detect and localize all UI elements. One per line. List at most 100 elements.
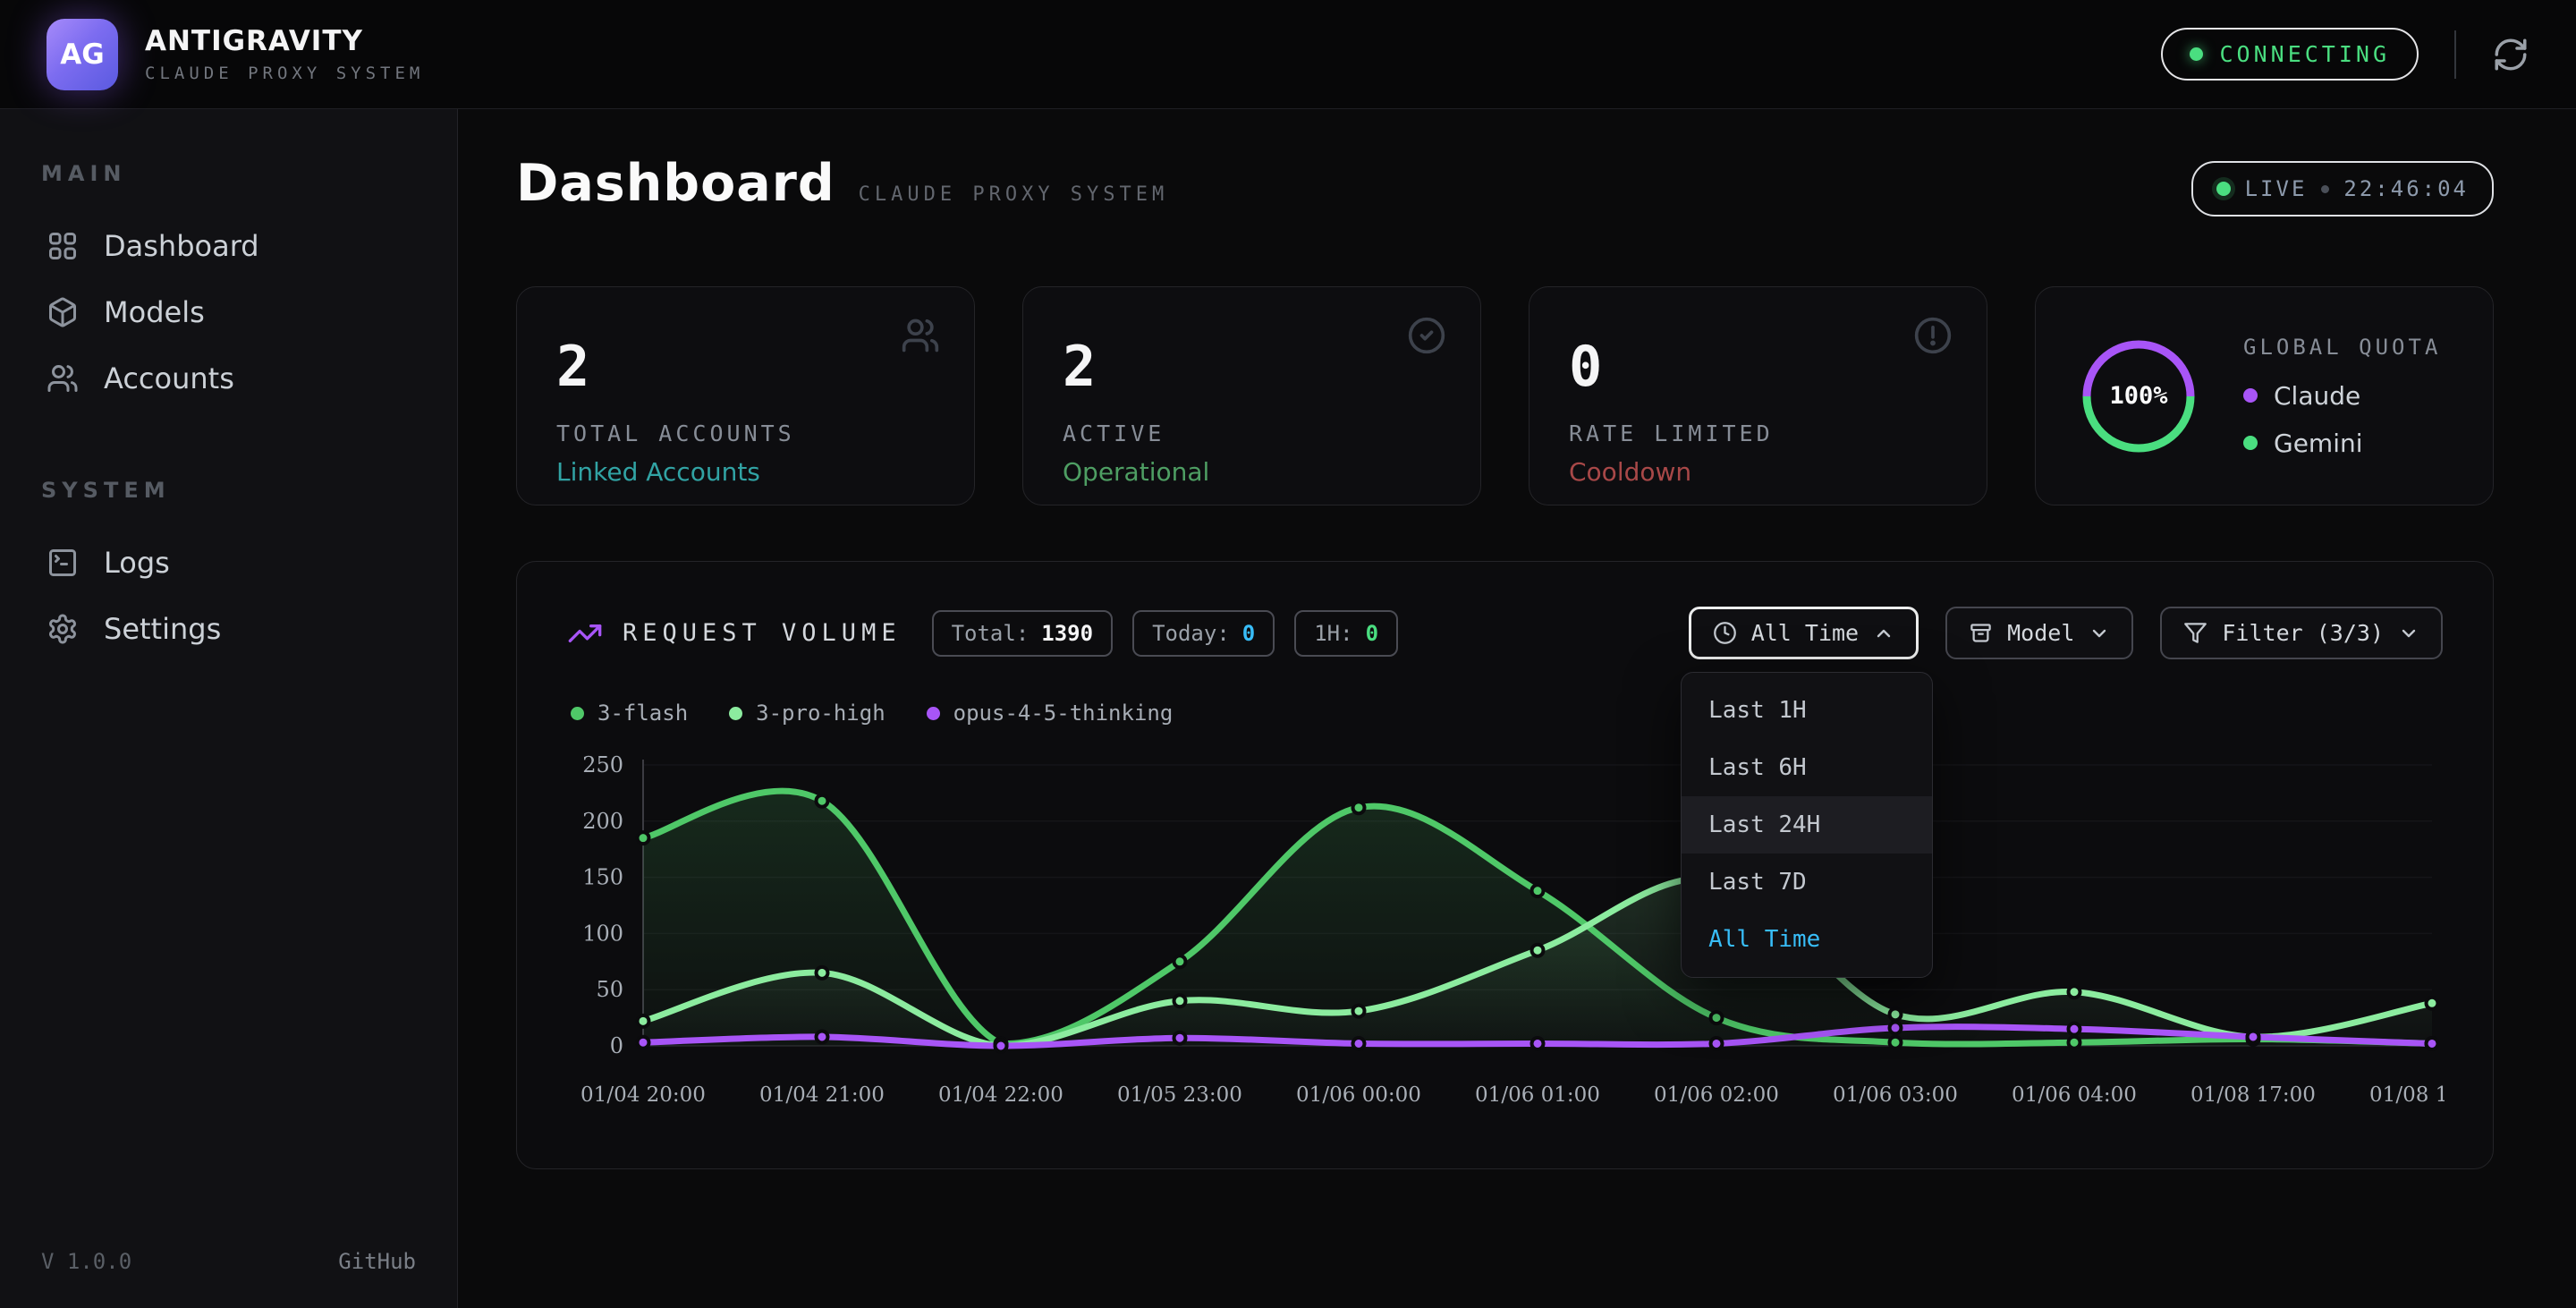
stat-chip: Total: 1390 (932, 610, 1114, 657)
global-quota-card: 100% GLOBAL QUOTA Claude Gemini (2035, 286, 2494, 505)
time-range-option[interactable]: Last 6H (1682, 739, 1932, 796)
quota-donut: 100% (2072, 329, 2206, 463)
stat-card-total-accounts: 2 TOTAL ACCOUNTS Linked Accounts (516, 286, 975, 505)
sidebar-section-system: SYSTEM (41, 478, 416, 503)
svg-text:150: 150 (582, 865, 623, 890)
live-clock: 22:46:04 (2343, 176, 2469, 201)
request-volume-chart: 05010015020025001/04 20:0001/04 21:0001/… (567, 751, 2443, 1144)
sidebar-item-label: Models (104, 295, 205, 329)
svg-text:0: 0 (610, 1033, 623, 1058)
time-range-option[interactable]: Last 1H (1682, 682, 1932, 739)
sidebar-item-label: Logs (104, 546, 170, 580)
stat-chips: Total:1390Today:01H:0 (932, 610, 1398, 657)
panel-title: REQUEST VOLUME (623, 619, 902, 647)
svg-text:01/06 00:00: 01/06 00:00 (1296, 1083, 1421, 1107)
chip-value: 0 (1366, 621, 1378, 646)
request-volume-panel: REQUEST VOLUME Total:1390Today:01H:0 All… (516, 561, 2494, 1169)
sidebar-item-dashboard[interactable]: Dashboard (41, 213, 416, 279)
funnel-icon (2183, 621, 2207, 645)
svg-text:01/08 17:00: 01/08 17:00 (2190, 1083, 2316, 1107)
connection-status-badge: CONNECTING (2161, 28, 2419, 81)
app-logo: AG (47, 19, 118, 90)
sidebar: MAIN Dashboard Models Accounts SYSTEM Lo… (0, 109, 458, 1308)
chip-value: 0 (1242, 621, 1255, 646)
svg-text:200: 200 (582, 809, 623, 834)
quota-legend-claude: Claude (2243, 381, 2441, 411)
refresh-icon (2492, 36, 2529, 73)
chevron-up-icon (1873, 623, 1894, 644)
stat-sublabel: Linked Accounts (556, 457, 935, 487)
time-range-button[interactable]: All Time (1689, 607, 1919, 659)
status-text: CONNECTING (2219, 41, 2390, 67)
stat-chip: 1H:0 (1294, 610, 1398, 657)
time-range-option[interactable]: Last 24H (1682, 796, 1932, 854)
svg-text:01/06 04:00: 01/06 04:00 (2012, 1083, 2137, 1107)
model-filter-button[interactable]: Model (1945, 607, 2133, 659)
legend-label: 3-flash (597, 701, 688, 726)
sidebar-item-logs[interactable]: Logs (41, 530, 416, 596)
svg-text:01/06 02:00: 01/06 02:00 (1654, 1083, 1779, 1107)
stat-label: ACTIVE (1063, 420, 1441, 446)
time-range-option[interactable]: Last 7D (1682, 854, 1932, 911)
svg-text:01/06 03:00: 01/06 03:00 (1833, 1083, 1958, 1107)
check-circle-icon (1407, 316, 1446, 355)
app-version: V 1.0.0 (41, 1249, 131, 1274)
stat-label: TOTAL ACCOUNTS (556, 420, 935, 446)
filter-button[interactable]: Filter (3/3) (2160, 607, 2443, 659)
github-link[interactable]: GitHub (338, 1249, 416, 1274)
app-title: ANTIGRAVITY (145, 25, 424, 57)
brand: ANTIGRAVITY CLAUDE PROXY SYSTEM (145, 25, 424, 83)
svg-text:01/04 22:00: 01/04 22:00 (938, 1083, 1063, 1107)
svg-text:01/06 01:00: 01/06 01:00 (1475, 1083, 1600, 1107)
chip-label: Today: (1152, 621, 1230, 646)
clock-icon (1713, 621, 1737, 645)
sidebar-item-label: Dashboard (104, 229, 259, 263)
stat-value: 0 (1569, 334, 1947, 399)
time-range-option[interactable]: All Time (1682, 911, 1932, 968)
legend-label: opus-4-5-thinking (953, 701, 1174, 726)
sidebar-item-label: Accounts (104, 361, 234, 395)
model-filter-label: Model (2007, 620, 2074, 646)
sidebar-item-accounts[interactable]: Accounts (41, 345, 416, 412)
chevron-down-icon (2398, 623, 2419, 644)
legend-dot-icon (927, 707, 940, 720)
chip-value: 1390 (1041, 621, 1093, 646)
status-dot-icon (2190, 47, 2203, 61)
legend-item[interactable]: opus-4-5-thinking (927, 701, 1174, 726)
svg-text:01/05 23:00: 01/05 23:00 (1117, 1083, 1242, 1107)
legend-item[interactable]: 3-pro-high (729, 701, 886, 726)
svg-text:250: 250 (582, 752, 623, 777)
alert-circle-icon (1913, 316, 1953, 355)
legend-item[interactable]: 3-flash (571, 701, 688, 726)
quota-legend-gemini: Gemini (2243, 429, 2441, 458)
cube-icon (47, 296, 79, 328)
trending-up-icon (567, 616, 603, 651)
page-subtitle: CLAUDE PROXY SYSTEM (859, 183, 1169, 206)
legend-dot-icon (571, 707, 584, 720)
sidebar-item-label: Settings (104, 612, 221, 646)
sidebar-item-settings[interactable]: Settings (41, 596, 416, 662)
time-range-dropdown: Last 1HLast 6HLast 24HLast 7DAll Time (1681, 672, 1933, 978)
main-content: Dashboard CLAUDE PROXY SYSTEM LIVE 22:46… (458, 109, 2576, 1308)
separator-dot-icon (2321, 185, 2329, 193)
sidebar-footer: V 1.0.0 GitHub (41, 1249, 416, 1274)
top-bar: AG ANTIGRAVITY CLAUDE PROXY SYSTEM CONNE… (0, 0, 2576, 109)
filter-label: Filter (3/3) (2222, 620, 2384, 646)
stat-card-active: 2 ACTIVE Operational (1022, 286, 1481, 505)
quota-legend-label: Claude (2274, 381, 2360, 411)
claude-dot-icon (2243, 388, 2258, 403)
stat-value: 2 (1063, 334, 1441, 399)
line-chart-svg: 05010015020025001/04 20:0001/04 21:0001/… (567, 751, 2445, 1141)
chip-label: Total: (952, 621, 1030, 646)
refresh-button[interactable] (2492, 36, 2529, 73)
legend-dot-icon (729, 707, 742, 720)
divider (2454, 30, 2456, 79)
stat-label: RATE LIMITED (1569, 420, 1947, 446)
svg-text:100: 100 (582, 921, 623, 946)
app-subtitle: CLAUDE PROXY SYSTEM (145, 64, 424, 83)
stat-sublabel: Operational (1063, 457, 1441, 487)
live-label: LIVE (2245, 176, 2308, 201)
sidebar-item-models[interactable]: Models (41, 279, 416, 345)
archive-box-icon (1969, 621, 1993, 645)
page-title: Dashboard (516, 154, 835, 213)
